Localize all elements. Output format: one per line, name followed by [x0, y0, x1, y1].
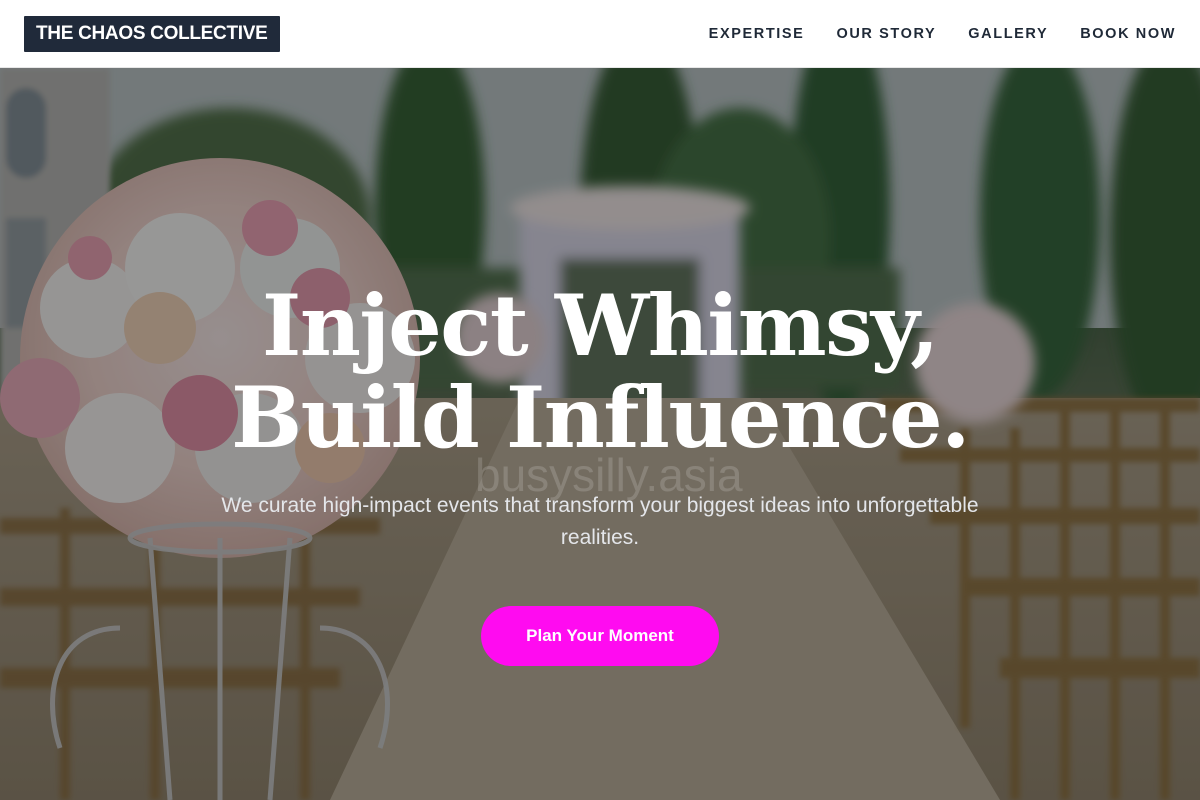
hero-section: busysilly.asia Inject Whimsy, Build Infl… [0, 68, 1200, 800]
nav-link-our-story[interactable]: OUR STORY [836, 26, 936, 42]
nav-link-expertise[interactable]: EXPERTISE [709, 26, 805, 42]
hero-content: Inject Whimsy, Build Influence. We curat… [0, 68, 1200, 800]
top-navbar: THE CHAOS COLLECTIVE EXPERTISE OUR STORY… [0, 0, 1200, 68]
nav-link-gallery[interactable]: GALLERY [968, 26, 1048, 42]
hero-headline: Inject Whimsy, Build Influence. [231, 276, 970, 467]
main-nav: EXPERTISE OUR STORY GALLERY BOOK NOW [677, 26, 1176, 42]
nav-link-book-now[interactable]: BOOK NOW [1080, 26, 1176, 42]
brand-logo[interactable]: THE CHAOS COLLECTIVE [24, 15, 280, 52]
hero-headline-line-1: Inject Whimsy, [262, 276, 939, 375]
plan-your-moment-button[interactable]: Plan Your Moment [481, 606, 719, 666]
hero-subtitle: We curate high-impact events that transf… [221, 494, 979, 549]
hero-headline-line-2: Build Influence. [231, 368, 970, 467]
